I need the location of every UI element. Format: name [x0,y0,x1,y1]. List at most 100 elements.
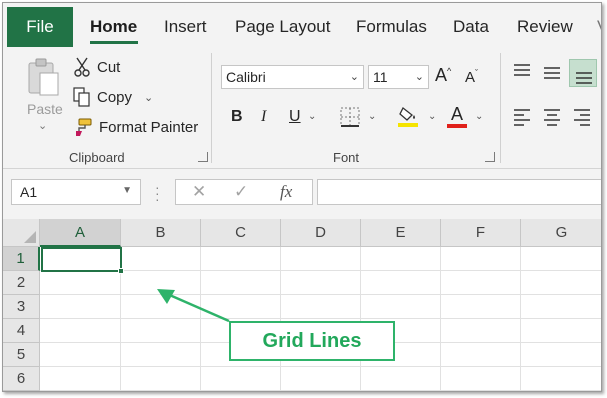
font-size-value: 11 [373,69,388,85]
cell-c6[interactable] [201,367,281,391]
align-center-icon[interactable] [543,108,561,126]
tab-file[interactable]: File [7,7,73,47]
cell-a3[interactable] [40,295,121,319]
cut-button[interactable]: Cut [73,57,120,77]
fill-handle[interactable] [118,268,124,274]
underline-dropdown-chevron-icon[interactable]: ⌄ [308,111,316,122]
insert-function-fx-icon[interactable]: fx [280,182,292,202]
ribbon: Paste ⌄ Cut Copy ⌄ Format Painter Clipbo… [3,47,601,169]
cell-d6[interactable] [281,367,361,391]
cell-f1[interactable] [441,247,521,271]
cell-d3[interactable] [281,295,361,319]
paste-label[interactable]: Paste [27,101,63,117]
copy-label: Copy [97,88,133,106]
row-header-1[interactable]: 1 [3,247,40,271]
cell-f6[interactable] [441,367,521,391]
cancel-icon[interactable]: ✕ [192,182,206,202]
fill-color-bucket-icon[interactable] [397,104,421,128]
underline-button[interactable]: U [289,108,301,126]
column-header-b[interactable]: B [121,219,201,247]
row-header-3[interactable]: 3 [3,295,40,319]
copy-button[interactable]: Copy ⌄ [73,87,153,107]
copy-dropdown-chevron-icon[interactable]: ⌄ [144,91,153,104]
tab-insert[interactable]: Insert [164,17,207,37]
borders-icon[interactable] [339,106,361,128]
cell-g2[interactable] [521,271,601,295]
cell-a6[interactable] [40,367,121,391]
cell-f3[interactable] [441,295,521,319]
tab-page-layout[interactable]: Page Layout [235,17,330,37]
decrease-font-size-button[interactable]: Aˇ [465,68,478,86]
cell-g6[interactable] [521,367,601,391]
cell-b6[interactable] [121,367,201,391]
fill-color-dropdown-chevron-icon[interactable]: ⌄ [428,111,436,122]
middle-align-icon[interactable] [543,65,561,81]
font-family-select[interactable]: Calibri ⌄ [221,65,364,89]
cell-d2[interactable] [281,271,361,295]
tab-data[interactable]: Data [453,17,489,37]
column-header-g[interactable]: G [521,219,601,247]
font-dialog-launcher-icon[interactable] [485,152,495,162]
grid-lines-arrow-icon [157,289,230,323]
format-painter-button[interactable]: Format Painter [73,117,198,137]
column-header-d[interactable]: D [281,219,361,247]
font-size-select[interactable]: 11 ⌄ [368,65,429,89]
tab-home[interactable]: Home [90,17,137,37]
cell-g3[interactable] [521,295,601,319]
column-header-f[interactable]: F [441,219,521,247]
name-box[interactable]: A1 ▼ [11,179,141,205]
ribbon-tab-bar: File Home Insert Page Layout Formulas Da… [3,3,601,47]
row-header-5[interactable]: 5 [3,343,40,367]
cell-f2[interactable] [441,271,521,295]
bold-button[interactable]: B [231,108,243,126]
cell-f5[interactable] [441,343,521,367]
formula-input[interactable] [317,179,601,205]
formula-bar-resize-handle-icon[interactable]: · · · [155,180,160,206]
tab-view-partial[interactable]: V [597,17,601,37]
align-left-icon[interactable] [513,108,531,126]
cell-e6[interactable] [361,367,441,391]
cell-b5[interactable] [121,343,201,367]
clipboard-dialog-launcher-icon[interactable] [198,152,208,162]
select-all-triangle-icon [24,231,36,243]
increase-font-size-button[interactable]: A^ [435,65,451,86]
cell-a5[interactable] [40,343,121,367]
formula-bar-buttons: ✕ ✓ fx [175,179,313,205]
cell-a2[interactable] [40,271,121,295]
cell-c1[interactable] [201,247,281,271]
align-right-icon[interactable] [573,108,591,126]
cell-a4[interactable] [40,319,121,343]
cell-e3[interactable] [361,295,441,319]
font-group-label: Font [333,150,360,165]
enter-check-icon[interactable]: ✓ [234,182,248,202]
borders-dropdown-chevron-icon[interactable]: ⌄ [368,111,376,122]
top-align-icon[interactable] [513,63,531,79]
italic-button[interactable]: I [261,108,266,126]
cell-g4[interactable] [521,319,601,343]
cell-e1[interactable] [361,247,441,271]
active-cell-a1[interactable] [41,247,122,272]
group-separator [500,53,501,163]
select-all-corner[interactable] [3,219,40,247]
cell-g5[interactable] [521,343,601,367]
cell-d1[interactable] [281,247,361,271]
tab-formulas[interactable]: Formulas [356,17,427,37]
bottom-align-button[interactable] [569,59,597,87]
column-header-e[interactable]: E [361,219,441,247]
paste-icon[interactable] [27,57,61,97]
font-color-letter: A [451,104,464,124]
column-header-c[interactable]: C [201,219,281,247]
format-painter-label: Format Painter [99,118,199,136]
row-header-2[interactable]: 2 [3,271,40,295]
row-header-6[interactable]: 6 [3,367,40,391]
column-header-a[interactable]: A [40,219,121,247]
row-header-4[interactable]: 4 [3,319,40,343]
paste-dropdown-chevron-icon[interactable]: ⌄ [38,119,47,132]
cell-e2[interactable] [361,271,441,295]
bottom-align-icon [576,72,592,84]
cell-g1[interactable] [521,247,601,271]
cell-b1[interactable] [121,247,201,271]
font-color-dropdown-chevron-icon[interactable]: ⌄ [475,111,483,122]
cell-f4[interactable] [441,319,521,343]
tab-review[interactable]: Review [517,17,573,37]
